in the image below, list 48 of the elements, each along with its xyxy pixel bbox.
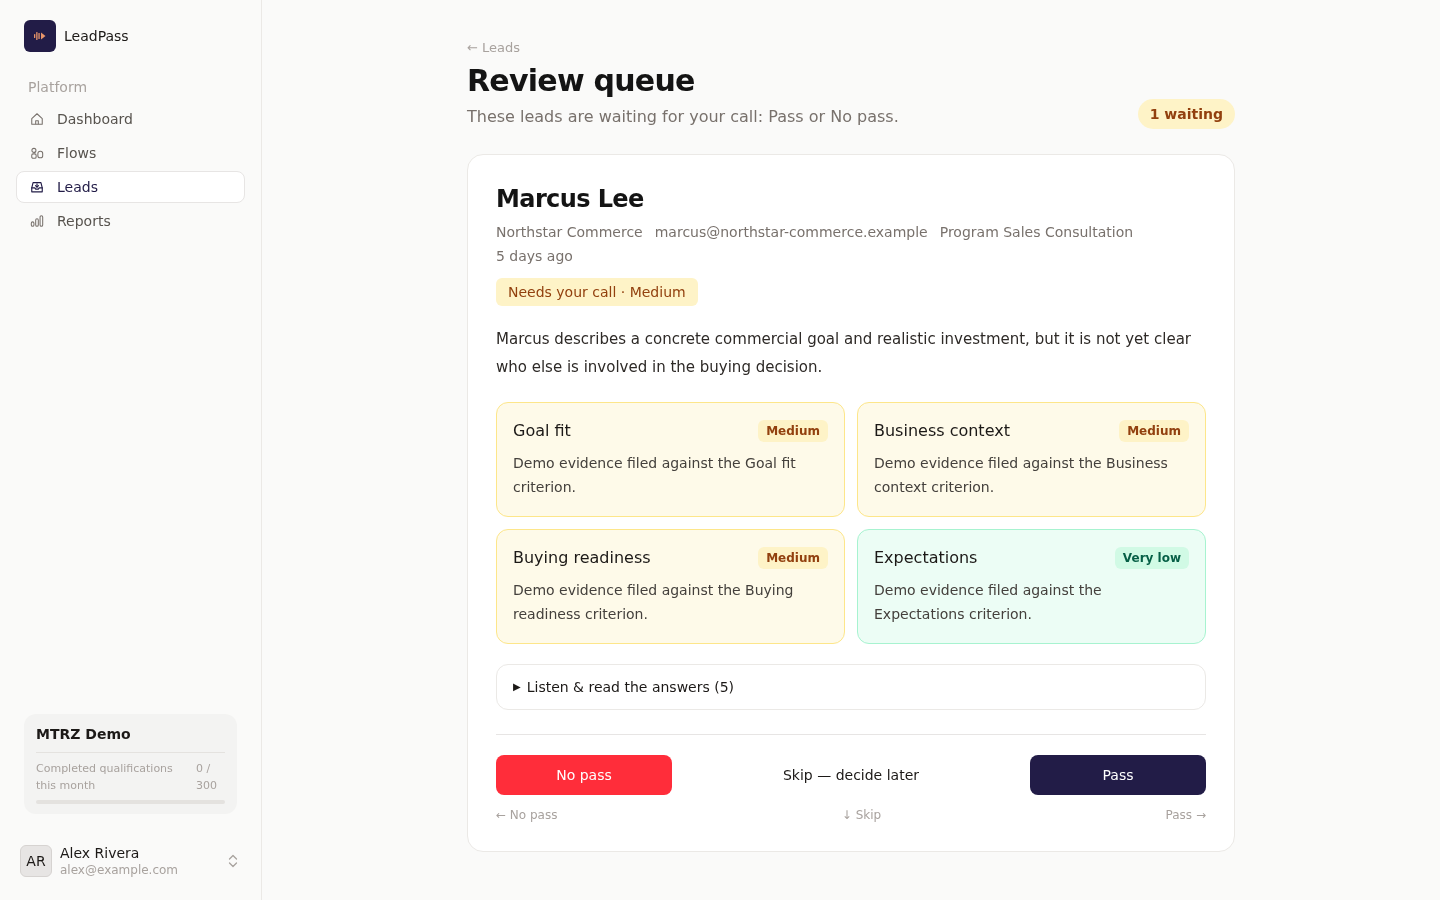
usage-label: Completed qualifications this month: [36, 761, 174, 794]
page-subtitle: These leads are waiting for your call: Pass or No pass.: [467, 106, 899, 128]
shortcut-hint: ← No pass: [496, 807, 558, 823]
no-pass-button[interactable]: No pass: [496, 755, 672, 795]
criterion-title: Buying readiness: [513, 547, 651, 569]
chevron-updown-icon: [228, 854, 238, 868]
lead-meta-text: marcus@northstar-commerce.example: [654, 223, 928, 242]
nav-item[interactable]: Dashboard: [16, 103, 245, 135]
nav-item[interactable]: Reports: [16, 205, 245, 237]
rating-badge: Medium: [758, 420, 828, 442]
pass-button[interactable]: Pass: [1030, 755, 1206, 795]
user-name: Alex Rivera: [60, 844, 141, 862]
shortcut-hint: Pass →: [1165, 807, 1206, 823]
avatar: AR: [20, 845, 52, 877]
criterion-title: Expectations: [874, 547, 978, 569]
skip-button[interactable]: Skip — decide later: [766, 755, 935, 795]
answers-toggle[interactable]: ▶ Listen & read the answers (5): [496, 664, 1206, 710]
lead-meta-text: Northstar Commerce: [496, 223, 643, 242]
nav-item[interactable]: Leads: [16, 171, 245, 203]
criterion-title: Business context: [874, 420, 1010, 442]
rating-badge: Medium: [1119, 420, 1189, 442]
status-badge: Needs your call · Medium: [496, 278, 698, 306]
criterion-evidence: Demo evidence filed against the Buying readiness criterion.: [513, 581, 795, 624]
brand-name: LeadPass: [64, 26, 129, 46]
criterion-evidence: Demo evidence filed against the Goal fit criterion.: [513, 454, 797, 497]
logo-icon: [24, 20, 56, 52]
waiting-count-badge: 1 waiting: [1137, 99, 1235, 129]
user-email: alex@example.com: [60, 862, 180, 878]
user-menu[interactable]: AR Alex Rivera alex@example.com: [20, 844, 245, 878]
plan-name: MTRZ Demo: [36, 725, 132, 744]
lead-meta-text: Program Sales Consultation: [939, 223, 1134, 242]
usage-count: 0 / 300: [196, 761, 218, 794]
page-title: Review queue: [467, 63, 695, 99]
criterion-evidence: Demo evidence filed against the Business context criterion.: [874, 454, 1169, 497]
lead-meta-text: 5 days ago: [496, 247, 573, 266]
rating-badge: Very low: [1114, 547, 1189, 569]
shortcut-hint: ↓ Skip: [841, 807, 882, 823]
lead-summary: Marcus describes a concrete commercial goal and realistic investment, but it is not yet clear who else is involved in the buying decision.: [496, 329, 1192, 378]
bar-chart-icon: [30, 214, 44, 228]
inbox-icon: [30, 180, 44, 194]
criterion-evidence: Demo evidence filed against the Expectations criterion.: [874, 581, 1103, 624]
nav-item[interactable]: Flows: [16, 137, 245, 169]
criterion-title: Goal fit: [513, 420, 571, 442]
nodes-icon: [30, 146, 44, 160]
rating-badge: Medium: [758, 547, 828, 569]
lead-name: Marcus Lee: [496, 184, 645, 215]
home-icon: [30, 112, 44, 126]
section-label: Platform: [27, 78, 89, 97]
